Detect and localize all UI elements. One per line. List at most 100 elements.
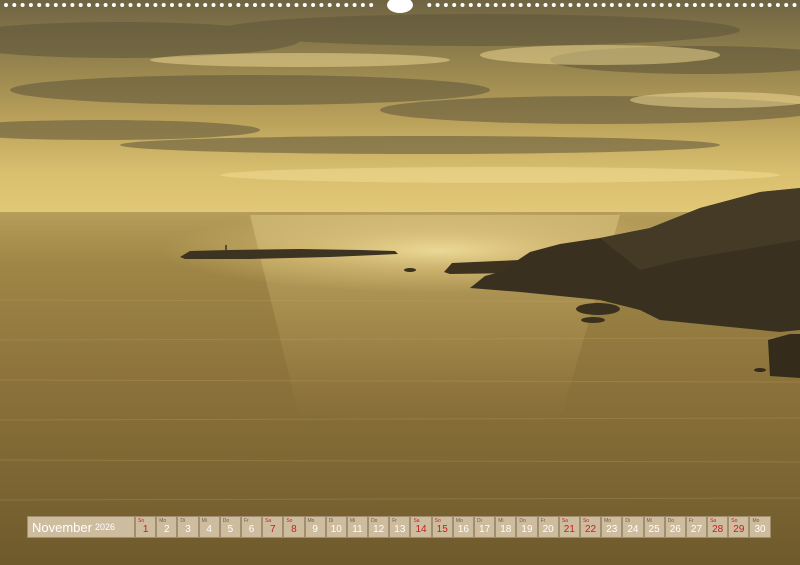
binding-hole: [261, 3, 266, 7]
binding-hole: [111, 3, 116, 7]
binding-hole: [701, 3, 706, 7]
binding-hole: [468, 3, 473, 7]
day-cell: Do 19: [516, 516, 538, 538]
binding-hole: [277, 3, 282, 7]
binding-hole: [352, 3, 357, 7]
day-number: 6: [248, 524, 255, 535]
binding-hole: [37, 3, 42, 7]
day-cell: Sa 21: [558, 516, 580, 538]
day-cell: Sa 7: [262, 516, 284, 538]
day-cell: Mi 18: [495, 516, 517, 538]
binding-hole: [244, 3, 249, 7]
day-cell: Mo 2: [156, 516, 178, 538]
binding-hole: [452, 3, 457, 7]
binding-hole: [219, 3, 224, 7]
calendar-strip: November 2026 So 1 Mo 2 Di 3 Mi 4 Do 5 Fr 6 Sa 7 So 8 Mo…: [27, 516, 773, 538]
day-number: 25: [648, 524, 660, 535]
day-number: 19: [521, 524, 533, 535]
binding-hole: [344, 3, 349, 7]
binding-hole: [302, 3, 307, 7]
binding-hole: [253, 3, 257, 7]
binding-hole: [136, 3, 141, 7]
binding-hole: [726, 3, 731, 7]
binding-hole: [585, 3, 589, 7]
binding-hole: [427, 3, 432, 7]
binding-hole: [20, 3, 25, 7]
binding-hole: [360, 3, 365, 7]
binding-hole: [70, 3, 75, 7]
day-number: 8: [291, 524, 297, 535]
binding-hole: [170, 3, 174, 7]
day-number: 18: [500, 524, 512, 535]
binding-hole: [717, 3, 722, 7]
binding-hole: [510, 3, 515, 7]
binding-hole: [684, 3, 689, 7]
day-number: 2: [164, 524, 170, 535]
binding-hole: [460, 3, 465, 7]
binding-hole: [576, 3, 581, 7]
day-number: 4: [206, 524, 212, 535]
binding-hole: [551, 3, 556, 7]
day-cell: Do 12: [368, 516, 390, 538]
binding-hole: [759, 3, 764, 7]
day-number: 1: [142, 524, 149, 535]
binding-hole: [120, 3, 125, 7]
day-cell: Mo 16: [452, 516, 474, 538]
binding-hole: [792, 3, 797, 7]
day-cell: Fr 27: [685, 516, 708, 538]
binding-hole: [443, 3, 448, 7]
binding-hole: [676, 3, 681, 7]
day-number: 12: [373, 524, 385, 535]
binding-hole: [311, 3, 316, 7]
binding-hole: [435, 3, 440, 7]
day-number: 30: [754, 524, 766, 535]
binding-hole: [95, 3, 100, 7]
binding-hole: [327, 3, 332, 7]
day-cell: Mo 30: [749, 516, 771, 538]
binding-hole: [336, 3, 340, 7]
binding-hole: [626, 3, 631, 7]
day-number: 16: [457, 524, 469, 535]
year-label: 2026: [94, 522, 115, 532]
day-cell: Fr 20: [537, 516, 559, 538]
day-cell: Mi 25: [643, 516, 665, 538]
day-cell: So 15: [431, 516, 453, 538]
day-cell: Di 24: [622, 516, 644, 538]
binding-hole: [734, 3, 739, 7]
binding-hole: [751, 3, 755, 7]
binding-hole: [668, 3, 672, 7]
day-number: 26: [669, 524, 681, 535]
binding-hole: [12, 3, 17, 7]
day-cell: So 8: [283, 516, 305, 538]
binding-hole: [319, 3, 324, 7]
binding-hole: [651, 3, 656, 7]
day-cell: Di 10: [325, 516, 347, 538]
day-number: 28: [712, 524, 724, 535]
binding-hole: [269, 3, 274, 7]
binding-hole: [28, 3, 33, 7]
binding-hole: [593, 3, 598, 7]
binding-hole: [767, 3, 772, 7]
day-cell: Mi 11: [346, 516, 369, 538]
binding-hole: [294, 3, 299, 7]
binding-hole: [186, 3, 191, 7]
binding-hole: [128, 3, 133, 7]
binding-hole: [228, 3, 233, 7]
binding-hole: [659, 3, 664, 7]
day-number: 15: [436, 524, 448, 535]
binding-hole: [161, 3, 166, 7]
day-cell: So 1: [135, 516, 157, 538]
coastal-sunset-photo: [0, 0, 800, 565]
day-cell: Do 26: [664, 516, 686, 538]
day-number: 23: [606, 524, 618, 535]
binding-hole: [211, 3, 216, 7]
day-number: 22: [584, 524, 597, 535]
day-number: 14: [415, 524, 427, 535]
binding-hole: [78, 3, 83, 7]
day-cell: So 29: [728, 516, 750, 538]
day-cell: Mo 23: [601, 516, 623, 538]
binding-hole: [62, 3, 67, 7]
binding-hole: [4, 3, 8, 7]
day-cell: Mi 4: [198, 516, 220, 538]
binding-hole: [286, 3, 291, 7]
